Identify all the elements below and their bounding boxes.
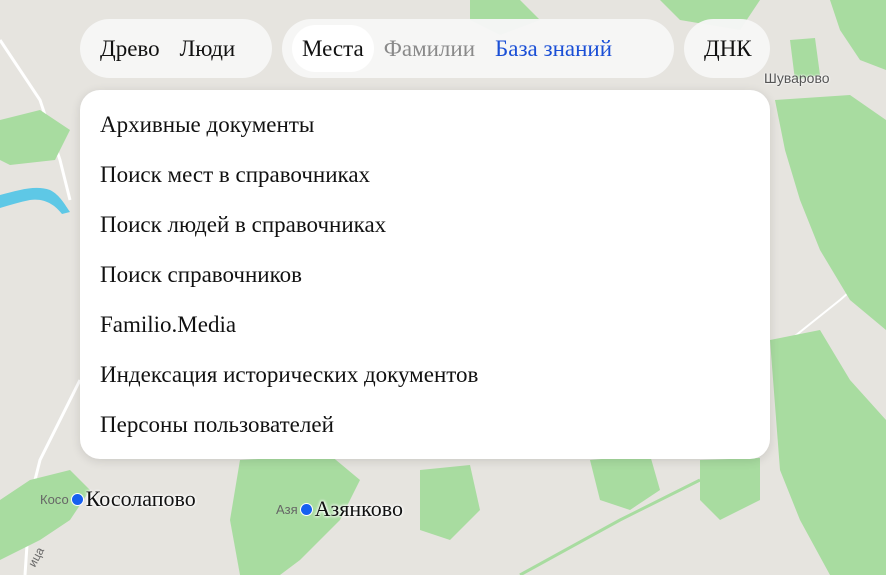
nav-group-tree-people: Древо Люди <box>80 19 272 78</box>
place-marker-icon[interactable] <box>70 492 84 506</box>
nav-group-dna: ДНК <box>684 19 770 78</box>
menu-item-user-persons[interactable]: Персоны пользователей <box>80 400 770 450</box>
place-marker-icon[interactable] <box>299 502 313 516</box>
map-place-kosolapovo-small-label: Косо <box>40 491 69 507</box>
nav-surnames[interactable]: Фамилии <box>374 25 485 72</box>
map-place-azyankovo-small-label: Азя <box>276 501 298 517</box>
places-dropdown-menu: Архивные документы Поиск мест в справочн… <box>80 90 770 459</box>
map-place-azyankovo[interactable]: Азя Азянково <box>276 496 403 522</box>
map-place-kosolapovo[interactable]: Косо Косолапово <box>40 486 196 512</box>
menu-item-archive-documents[interactable]: Архивные документы <box>80 100 770 150</box>
nav-tree[interactable]: Древо <box>90 25 170 72</box>
map-label-shuvarovo: Шуварово <box>764 70 830 86</box>
map-place-azyankovo-label: Азянково <box>314 496 403 521</box>
nav-knowledge-base[interactable]: База знаний <box>485 25 622 72</box>
menu-item-document-indexing[interactable]: Индексация исторических документов <box>80 350 770 400</box>
menu-item-search-people[interactable]: Поиск людей в справочниках <box>80 200 770 250</box>
menu-item-search-directories[interactable]: Поиск справочников <box>80 250 770 300</box>
nav-dna[interactable]: ДНК <box>694 25 762 72</box>
map-place-kosolapovo-label: Косолапово <box>85 486 196 511</box>
nav-places[interactable]: Места <box>292 25 374 72</box>
nav-group-places: Места Фамилии База знаний <box>282 19 674 78</box>
menu-item-search-places[interactable]: Поиск мест в справочниках <box>80 150 770 200</box>
menu-item-familio-media[interactable]: Familio.Media <box>80 300 770 350</box>
nav-people[interactable]: Люди <box>170 25 246 72</box>
